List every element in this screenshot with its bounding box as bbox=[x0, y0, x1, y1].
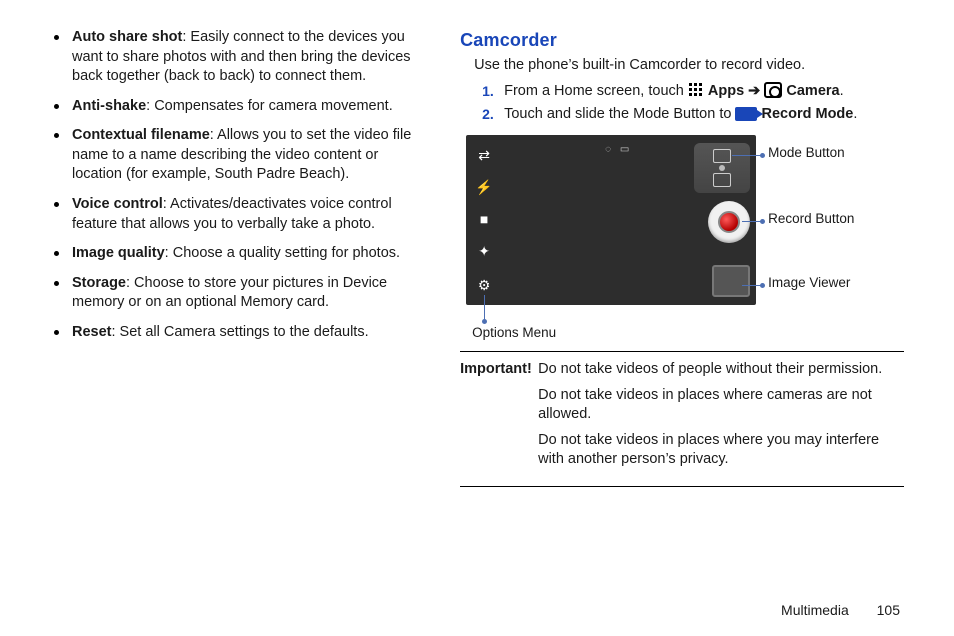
record-button bbox=[708, 201, 750, 243]
status-icons: ◌ ▭ bbox=[605, 143, 632, 157]
mode-button bbox=[694, 143, 750, 193]
apps-icon bbox=[688, 82, 704, 98]
footer-chapter: Multimedia bbox=[781, 602, 849, 618]
feature-item: Auto share shot: Easily connect to the d… bbox=[50, 28, 428, 87]
feature-desc: : Set all Camera settings to the default… bbox=[112, 324, 369, 340]
section-intro: Use the phone’s built-in Camcorder to re… bbox=[474, 56, 904, 76]
image-viewer-thumbnail bbox=[712, 265, 750, 297]
feature-item: Voice control: Activates/deactivates voi… bbox=[50, 195, 428, 234]
camera-label: Camera bbox=[786, 83, 839, 99]
callout-lead bbox=[742, 285, 764, 286]
feature-label: Voice control bbox=[72, 196, 163, 212]
footer-page-number: 105 bbox=[877, 602, 900, 618]
important-row: Important! Do not take videos in places … bbox=[460, 386, 904, 425]
feature-label: Anti-shake bbox=[72, 98, 146, 114]
step-end: . bbox=[840, 83, 844, 99]
feature-item: Reset: Set all Camera settings to the de… bbox=[50, 323, 428, 343]
section-title: Camcorder bbox=[460, 28, 904, 52]
important-row: Important! Do not take videos of people … bbox=[460, 360, 904, 380]
callout-options: Options Menu bbox=[472, 325, 556, 341]
step-text: From a Home screen, touch bbox=[504, 83, 688, 99]
callout-viewer: Image Viewer bbox=[768, 275, 850, 291]
mode-indicator bbox=[719, 165, 725, 171]
feature-item: Anti-shake: Compensates for camera movem… bbox=[50, 97, 428, 117]
important-tag: Important! bbox=[460, 360, 538, 380]
important-note: Important! Do not take videos of people … bbox=[460, 351, 904, 487]
feature-desc: : Choose a quality setting for photos. bbox=[165, 245, 400, 261]
feature-label: Contextual filename bbox=[72, 127, 210, 143]
feature-label: Image quality bbox=[72, 245, 165, 261]
flash-icon: ⚡ bbox=[474, 177, 494, 197]
camcorder-diagram: ⇄ ⚡ ■ ✦ ⚙ ◌ ▭ Mode bbox=[466, 135, 846, 305]
important-row: Important! Do not take videos in places … bbox=[460, 431, 904, 470]
record-mode-label: Record Mode bbox=[762, 106, 854, 122]
camera-icon bbox=[764, 82, 782, 98]
step-end: . bbox=[853, 106, 857, 122]
step-2: Touch and slide the Mode Button to Recor… bbox=[482, 105, 904, 125]
feature-item: Image quality: Choose a quality setting … bbox=[50, 244, 428, 264]
left-column: Auto share shot: Easily connect to the d… bbox=[50, 28, 428, 487]
callout-lead bbox=[742, 221, 764, 222]
step-1: From a Home screen, touch Apps ➔ Camera. bbox=[482, 82, 904, 102]
feature-label: Storage bbox=[72, 275, 126, 291]
page-footer: Multimedia 105 bbox=[781, 601, 900, 620]
callout-mode: Mode Button bbox=[768, 145, 845, 161]
right-column: Camcorder Use the phone’s built-in Camco… bbox=[460, 28, 904, 487]
steps-list: From a Home screen, touch Apps ➔ Camera.… bbox=[482, 82, 904, 125]
callout-lead bbox=[484, 295, 485, 323]
mode-video-icon bbox=[713, 173, 731, 187]
step-text: Touch and slide the Mode Button to bbox=[504, 106, 735, 122]
manual-page: Auto share shot: Easily connect to the d… bbox=[0, 0, 954, 636]
feature-list: Auto share shot: Easily connect to the d… bbox=[50, 28, 428, 342]
effects-icon: ✦ bbox=[474, 241, 494, 261]
feature-item: Contextual filename: Allows you to set t… bbox=[50, 126, 428, 185]
important-text: Do not take videos in places where you m… bbox=[538, 431, 904, 470]
feature-item: Storage: Choose to store your pictures i… bbox=[50, 274, 428, 313]
record-mode-icon bbox=[735, 107, 757, 121]
video-icon: ■ bbox=[474, 209, 494, 229]
callout-record: Record Button bbox=[768, 211, 854, 227]
apps-label: Apps bbox=[708, 83, 744, 99]
feature-desc: : Compensates for camera movement. bbox=[146, 98, 393, 114]
arrow-icon: ➔ bbox=[748, 83, 764, 99]
important-text: Do not take videos in places where camer… bbox=[538, 386, 904, 425]
callout-lead bbox=[732, 155, 764, 156]
feature-label: Reset bbox=[72, 324, 112, 340]
mode-camera-icon bbox=[713, 149, 731, 163]
share-icon: ⇄ bbox=[474, 145, 494, 165]
settings-icon: ⚙ bbox=[474, 275, 494, 295]
important-text: Do not take videos of people without the… bbox=[538, 360, 904, 380]
camcorder-screen: ⇄ ⚡ ■ ✦ ⚙ ◌ ▭ bbox=[466, 135, 756, 305]
feature-label: Auto share shot bbox=[72, 29, 182, 45]
